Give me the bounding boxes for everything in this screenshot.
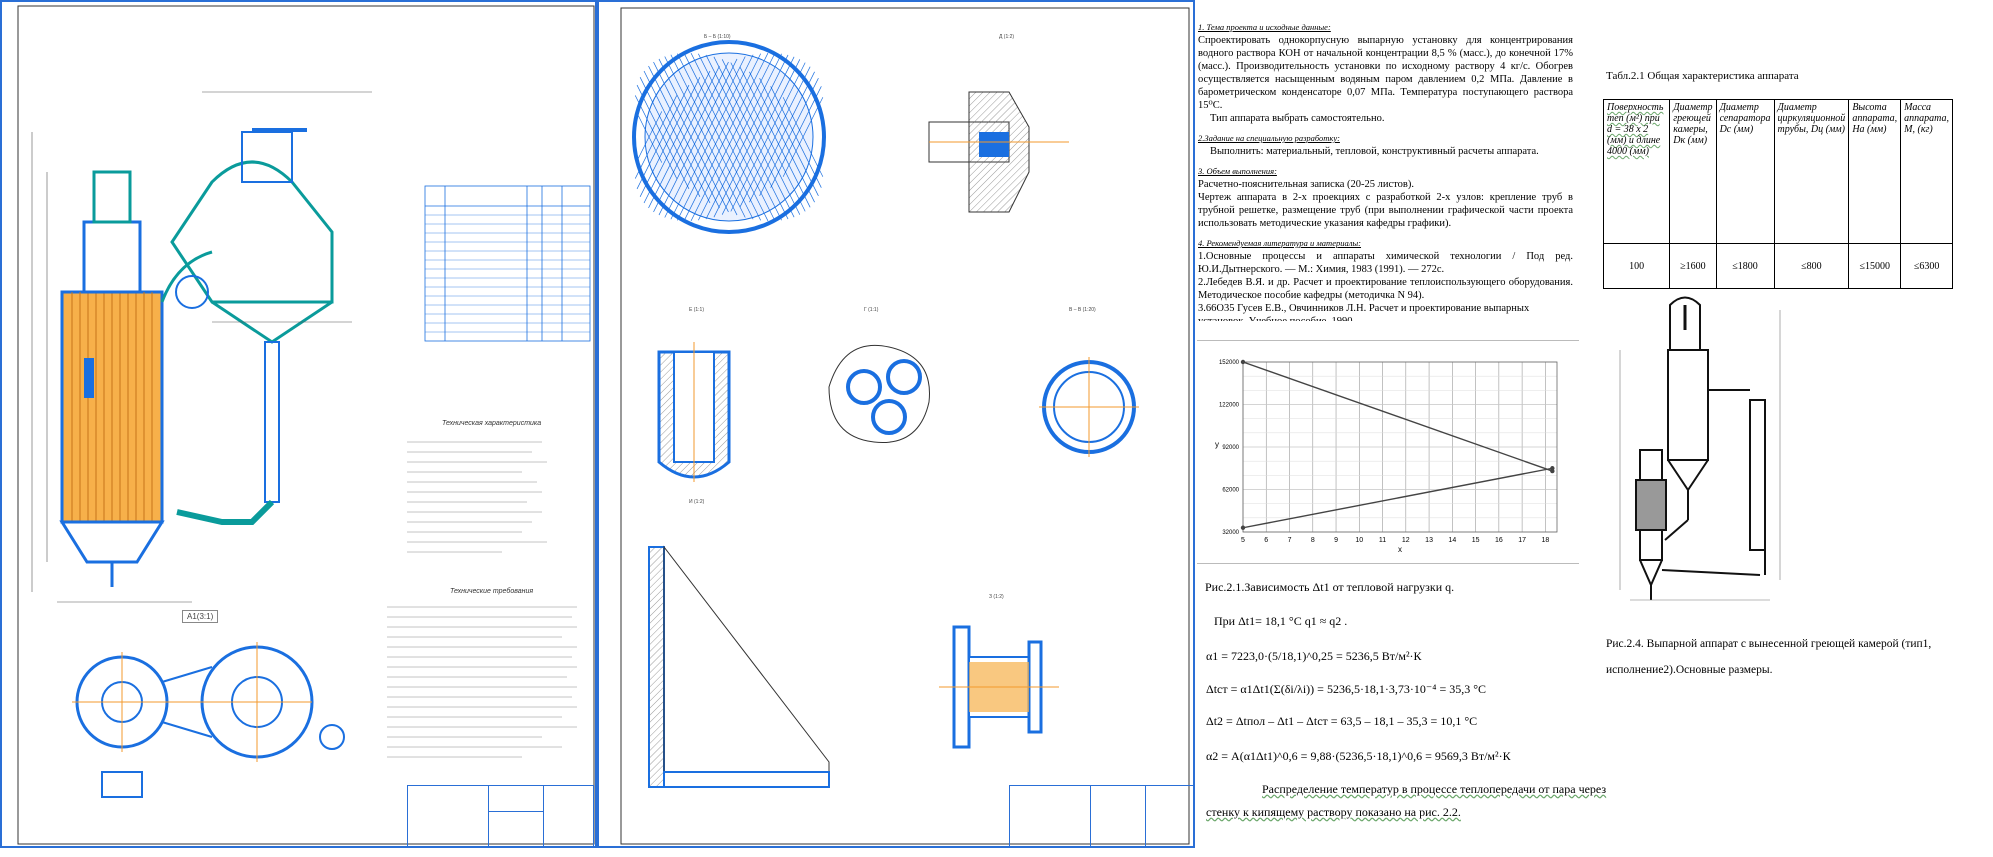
th-separator-diameter: Диаметр сепаратора Dс (мм) xyxy=(1715,99,1775,244)
view-label-e: Е (1:1) xyxy=(689,307,705,313)
apparatus-table: Поверхность теп (м²) при d = 38 x 2 (мм)… xyxy=(1602,99,1953,289)
support-bracket xyxy=(648,545,830,788)
chart-x-tick: 12 xyxy=(1402,537,1410,544)
reference-1: 1.Основные процессы и аппараты химическо… xyxy=(1198,251,1573,275)
chart-x-tick: 8 xyxy=(1311,537,1315,544)
td-separator-diameter: ≤1800 xyxy=(1715,243,1775,289)
section-1-type: Тип аппарата выбрать самостоятельно. xyxy=(1210,113,1385,124)
chart-tick-labels: 5 6 7 8 9 10 11 12 13 14 15 16 17 18 152000 122000 92000… xyxy=(1215,360,1549,554)
chart-series xyxy=(1240,359,1555,530)
figure-2-1-caption: Рис.2.1.Зависимость Δt1 от тепловой нагр… xyxy=(1205,580,1455,594)
drawing-sheet-assembly: Техническая характеристика Технические т… xyxy=(0,0,597,848)
formula-5: α2 = A(α1Δt1)^0,6 = 9,88·(5236,5·18,1)^0… xyxy=(1206,749,1511,763)
td-chamber-diameter: ≥1600 xyxy=(1669,243,1717,289)
format-label: А1(3:1) xyxy=(182,610,219,623)
plan-view xyxy=(72,642,345,798)
table-caption: Табл.2.1 Общая характеристика аппарата xyxy=(1606,70,1799,82)
chart-grid xyxy=(1242,361,1558,533)
nozzle-detail xyxy=(939,625,1059,749)
tech-requirements-title: Технические требования xyxy=(450,588,534,595)
view-label-b: Б – Б (1:10) xyxy=(704,34,731,40)
formula-2: α1 = 7223,0·(5/18,1)^0,25 = 5236,5 Вт/м²… xyxy=(1206,649,1422,663)
chart-x-label: x xyxy=(1398,545,1402,554)
specification-table xyxy=(424,185,591,342)
chart-x-tick: 11 xyxy=(1379,537,1386,544)
reference-3-cont: установок. Учебное пособие. 1990 xyxy=(1198,315,1573,321)
th-mass: Масса аппарата, M, (кг) xyxy=(1900,99,1953,244)
formula-4: Δt2 = Δtпол – Δt1 – Δtст = 63,5 – 18,1 –… xyxy=(1206,714,1478,728)
view-label-i: И (1:2) xyxy=(689,499,705,505)
section-2-heading: 2.Задание на специальную разработку: xyxy=(1198,133,1340,143)
chart-x-tick: 10 xyxy=(1355,537,1363,544)
chart-x-tick: 18 xyxy=(1541,537,1549,544)
td-circ-tube-diameter: ≤800 xyxy=(1773,243,1850,289)
view-label-z: З (1:2) xyxy=(989,594,1004,600)
chart-y-tick: 32000 xyxy=(1222,530,1239,536)
section-3-line-2: Чертеж аппарата в 2-х проекциях с разраб… xyxy=(1198,192,1573,229)
figure-2-4-caption-line-1: Рис.2.4. Выпарной аппарат с вынесенной г… xyxy=(1606,638,1932,650)
detail-g xyxy=(828,344,930,443)
th-surface: Поверхность теп (м²) при d = 38 x 2 (мм)… xyxy=(1602,99,1671,244)
section-v-v xyxy=(1039,357,1139,457)
chart-y-tick: 152000 xyxy=(1219,360,1240,366)
heating-chamber-shell xyxy=(59,170,165,587)
td-mass: ≤6300 xyxy=(1900,243,1953,289)
section-1-heading: 1. Тема проекта и исходные данные: xyxy=(1198,22,1331,32)
view-label-g: Г (1:1) xyxy=(864,307,879,313)
chart-y-tick: 122000 xyxy=(1219,403,1240,409)
formula-6b: стенку к кипящему раствору показано на р… xyxy=(1206,805,1461,819)
section-1-body: Спроектировать однокорпусную выпарную ус… xyxy=(1198,35,1573,111)
divider-top xyxy=(1197,340,1579,341)
separator-vessel xyxy=(160,128,334,525)
formula-6a: Распределение температур в процессе тепл… xyxy=(1262,782,1607,796)
th-circ-tube-diameter: Диаметр циркуляционной трубы, Dц (мм) xyxy=(1773,99,1850,244)
chart-point xyxy=(1240,525,1246,530)
title-block xyxy=(407,785,594,847)
td-surface: 100 xyxy=(1602,243,1671,289)
chart-y-label: y xyxy=(1215,440,1219,449)
chart-point xyxy=(1550,466,1555,471)
chart-x-tick: 5 xyxy=(1241,537,1245,544)
chart-x-tick: 17 xyxy=(1518,537,1526,544)
chart-x-tick: 9 xyxy=(1334,537,1338,544)
flange-detail xyxy=(928,91,1069,213)
reference-3: 3.66О35 Гусев Е.В., Овчинников Л.Н. Расч… xyxy=(1198,303,1530,314)
formula-1: При Δt1= 18,1 °С q1 ≈ q2 . xyxy=(1214,614,1348,628)
chart-x-tick: 14 xyxy=(1448,537,1456,544)
section-3-line-1: Расчетно-пояснительная записка (20-25 ли… xyxy=(1198,179,1414,190)
th-chamber-diameter: Диаметр греющей камеры, Dк (мм) xyxy=(1669,99,1717,244)
chart-x-tick: 7 xyxy=(1288,537,1292,544)
chart-x-tick: 16 xyxy=(1495,537,1503,544)
td-height: ≤15000 xyxy=(1848,243,1902,289)
reference-2: 2.Лебедев В.Я. и др. Расчет и проектиров… xyxy=(1198,277,1573,301)
view-label-v: В – В (1:20) xyxy=(1069,307,1096,313)
tech-characteristics-title: Техническая характеристика xyxy=(442,420,542,427)
detail-e xyxy=(657,342,731,482)
assignment-text: 1. Тема проекта и исходные данные: Спрое… xyxy=(1198,14,1573,321)
chart-y-tick: 62000 xyxy=(1222,488,1239,494)
apparatus-sketch xyxy=(1619,296,1781,601)
formula-3: Δtст = α1Δt1(Σ(δi/λi)) = 5236,5·18,1·3,7… xyxy=(1206,682,1487,696)
tube-sheet-view xyxy=(632,40,826,234)
view-label-d: Д (1:2) xyxy=(999,34,1015,40)
chart-point xyxy=(1240,359,1246,365)
figure-2-4-caption-line-2: исполнение2).Основные размеры. xyxy=(1606,664,1773,676)
th-height: Высота аппарата, Hа (мм) xyxy=(1848,99,1902,244)
chart-x-tick: 13 xyxy=(1425,537,1433,544)
chart-x-tick: 6 xyxy=(1264,537,1268,544)
heat-load-chart: 5 6 7 8 9 10 11 12 13 14 15 16 17 18 152000 122000 92000… xyxy=(1215,359,1558,554)
section-2-body: Выполнить: материальный, тепловой, конст… xyxy=(1210,146,1539,157)
section-3-heading: 3. Объем выполнения: xyxy=(1198,166,1277,176)
details-drawing xyxy=(620,7,1190,845)
title-block-2 xyxy=(1009,785,1194,847)
chart-y-tick: 92000 xyxy=(1222,445,1239,451)
drawing-sheet-details: Б – Б (1:10) Д (1:2) Е (1:1) Г (1:1) В –… xyxy=(597,0,1195,848)
chart-x-tick: 15 xyxy=(1472,537,1480,544)
section-4-heading: 4. Рекомендуемая литература и материалы: xyxy=(1198,238,1362,248)
